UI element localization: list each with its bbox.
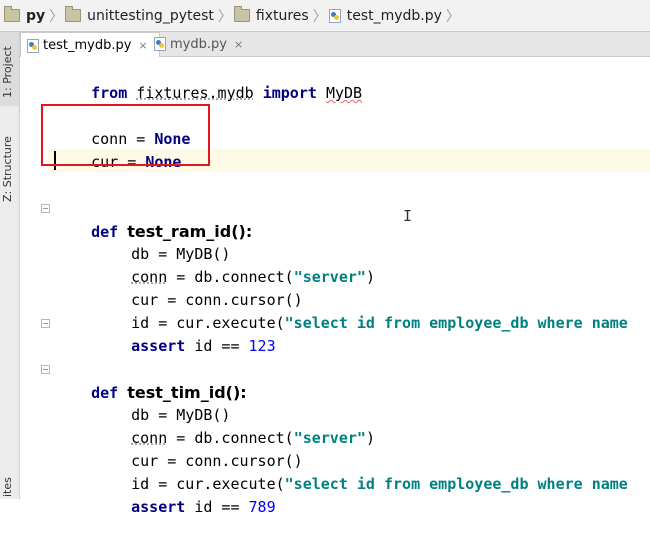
annotation-highlight-box bbox=[41, 104, 210, 166]
tool-window-strip: 1: Project Z: Structure ites bbox=[0, 32, 20, 499]
python-file-icon bbox=[27, 38, 39, 53]
keyword: assert bbox=[131, 337, 186, 355]
mouse-ibeam-cursor: I bbox=[403, 207, 413, 225]
code-line: assert id == 123 bbox=[95, 312, 276, 355]
tab-label: test_mydb.py bbox=[43, 38, 132, 53]
chevron-right-icon: 〉 bbox=[312, 8, 327, 25]
breadcrumb-label: py bbox=[26, 7, 46, 24]
module-name: fixtures.mydb bbox=[136, 84, 254, 102]
fold-toggle-icon[interactable] bbox=[41, 319, 50, 328]
breadcrumb-label: fixtures bbox=[255, 7, 309, 24]
fold-toggle-icon[interactable] bbox=[41, 204, 50, 213]
navigation-breadcrumb: py 〉 unittesting_pytest 〉 fixtures 〉 tes… bbox=[0, 0, 650, 32]
folder-icon bbox=[4, 6, 20, 22]
breadcrumb-item-unittesting-pytest[interactable]: unittesting_pytest bbox=[61, 0, 220, 31]
code-text: ) bbox=[365, 268, 375, 286]
favorites-tool-button[interactable]: ites bbox=[0, 464, 19, 499]
python-file-icon bbox=[154, 37, 166, 51]
code-line: cur = conn.cursor() bbox=[95, 427, 303, 470]
chevron-right-icon: 〉 bbox=[217, 8, 232, 25]
structure-tool-button[interactable]: Z: Structure bbox=[0, 120, 19, 208]
string-literal: "select id from employee_db where name bbox=[284, 475, 628, 493]
editor-tabs: test_mydb.py × mydb.py × bbox=[20, 32, 650, 58]
breadcrumb-label: test_mydb.py bbox=[346, 7, 442, 24]
fold-toggle-icon[interactable] bbox=[41, 365, 50, 374]
code-text: ) bbox=[365, 429, 375, 447]
breadcrumb-item-py[interactable]: py bbox=[0, 0, 51, 31]
string-literal: "server" bbox=[293, 429, 366, 447]
structure-tool-label: Z: Structure bbox=[1, 136, 14, 202]
code-editor[interactable]: from fixtures.mydb import MyDB conn = No… bbox=[20, 57, 650, 516]
code-line: id = cur.execute("select id from employe… bbox=[95, 450, 628, 493]
code-line: conn = db.connect("server") bbox=[95, 404, 375, 447]
code-line: db = MyDB() bbox=[95, 381, 230, 424]
identifier: MyDB bbox=[325, 84, 363, 102]
favorites-tool-label: ites bbox=[1, 477, 14, 497]
tab-label: mydb.py bbox=[170, 36, 227, 52]
code-text: id == bbox=[185, 337, 249, 355]
tab-mydb[interactable]: mydb.py × bbox=[148, 32, 260, 56]
string-literal: "server" bbox=[293, 268, 366, 286]
breadcrumb-item-fixtures[interactable]: fixtures bbox=[230, 0, 315, 31]
chevron-right-icon: 〉 bbox=[445, 8, 460, 25]
number-literal: 123 bbox=[248, 337, 276, 355]
project-tool-button[interactable]: 1: Project bbox=[0, 32, 19, 106]
folder-icon bbox=[233, 6, 250, 22]
keyword: assert bbox=[131, 498, 186, 516]
code-line: db = MyDB() bbox=[95, 220, 230, 263]
string-literal: "select id from employee_db where name bbox=[284, 314, 628, 332]
number-literal: 789 bbox=[248, 498, 276, 516]
keyword: from bbox=[91, 84, 128, 102]
code-text: id == bbox=[185, 498, 249, 516]
code-line: def test_ram_id(): bbox=[55, 197, 252, 241]
breadcrumb-item-test-mydb[interactable]: test_mydb.py bbox=[325, 0, 448, 31]
python-file-icon bbox=[328, 8, 341, 23]
close-icon[interactable]: × bbox=[234, 38, 243, 51]
chevron-right-icon: 〉 bbox=[49, 8, 64, 25]
code-line: cur = conn.cursor() bbox=[95, 266, 303, 309]
code-line: assert id == 789 bbox=[95, 473, 276, 516]
breadcrumb-label: unittesting_pytest bbox=[87, 7, 214, 24]
tab-test-mydb[interactable]: test_mydb.py × bbox=[20, 32, 160, 58]
code-line: conn = db.connect("server") bbox=[95, 243, 375, 286]
code-line: def test_tim_id(): bbox=[55, 358, 247, 402]
code-line: id = cur.execute("select id from employe… bbox=[95, 289, 628, 332]
close-icon[interactable]: × bbox=[138, 39, 147, 52]
project-tool-label: 1: Project bbox=[1, 46, 14, 98]
folder-icon bbox=[65, 6, 82, 22]
keyword: import bbox=[262, 84, 317, 102]
code-line: from fixtures.mydb import MyDB bbox=[55, 59, 362, 102]
